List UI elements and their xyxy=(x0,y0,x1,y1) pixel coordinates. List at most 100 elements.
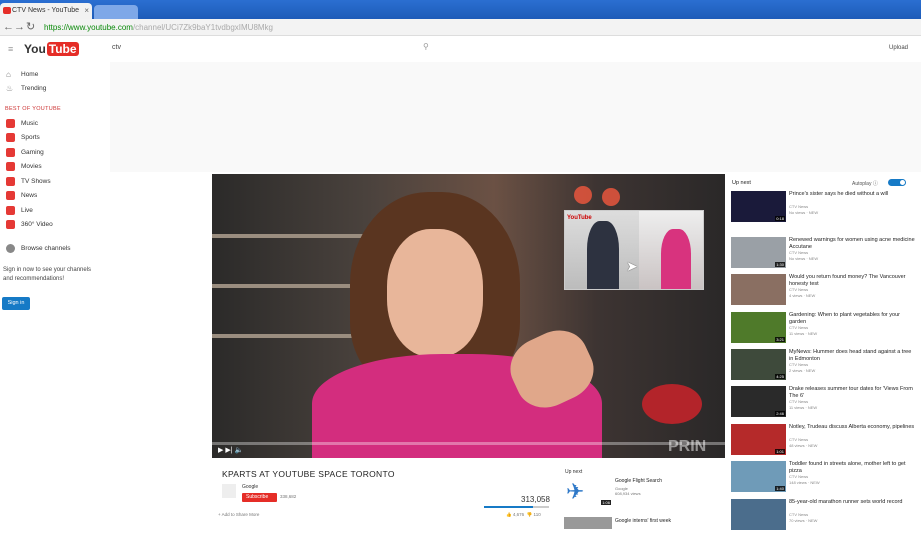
up-next-item[interactable]: 1:01 Notley, Trudeau discuss Alberta econ… xyxy=(731,424,919,458)
channel-avatar[interactable] xyxy=(222,484,236,498)
movies-icon xyxy=(6,161,15,171)
sidebar-item-label: Sports xyxy=(21,134,40,141)
player-controls[interactable]: ▶ ▶| 🔈 xyxy=(218,446,243,454)
video-channel: CTV News xyxy=(789,250,809,255)
browser-tab-active[interactable]: CTV News - YouTube × xyxy=(0,3,92,19)
video-title[interactable]: MyNews: Hummer does head stand against a… xyxy=(789,349,917,362)
video-title[interactable]: 85-year-old marathon runner sets world r… xyxy=(789,499,917,506)
like-count: 4,676 xyxy=(512,512,525,517)
back-icon[interactable]: ← xyxy=(3,21,14,33)
video-thumbnail[interactable]: 4:25 xyxy=(731,349,786,380)
sidebar-home-label: Home xyxy=(21,71,39,78)
video-actions[interactable]: + Add to Share More xyxy=(218,512,259,517)
thumbs-up-icon[interactable]: 👍 xyxy=(506,512,512,517)
mid-video-thumbnail-2[interactable] xyxy=(564,517,612,529)
video-player[interactable]: YouTube ➤ ▶ ▶| 🔈 PRIN xyxy=(212,174,725,458)
tab-close-icon[interactable]: × xyxy=(84,3,89,19)
mid-video-title[interactable]: Google Flight Search xyxy=(615,478,662,484)
video-title[interactable]: Would you return found money? The Vancou… xyxy=(789,274,917,287)
sidebar-item-movies[interactable]: Movies xyxy=(6,161,42,173)
video-progress-bar[interactable] xyxy=(212,442,725,445)
address-bar[interactable]: ← → ↻ https://www.youtube.com/channel/UC… xyxy=(0,19,921,36)
forward-icon[interactable]: → xyxy=(14,21,25,33)
video-thumbnail[interactable]: 2:46 xyxy=(731,386,786,417)
autoplay-toggle[interactable] xyxy=(888,179,906,186)
sidebar-item-sports[interactable]: Sports xyxy=(6,132,40,144)
video-views: 70 views · NEW xyxy=(789,518,818,523)
sidebar-item-label: Music xyxy=(21,120,38,127)
mid-video-title-2[interactable]: Google interns' first week xyxy=(615,518,671,524)
up-next-item[interactable]: 0:18 Prince's sister says he died without… xyxy=(731,191,919,225)
watermark: PRIN xyxy=(668,438,707,455)
channel-name[interactable]: Google xyxy=(242,484,258,490)
red-seat xyxy=(642,384,702,424)
video-duration: 1:30 xyxy=(775,262,785,267)
up-next-item[interactable]: 1:40 Toddler found in streets alone, moth… xyxy=(731,461,919,495)
video-title[interactable]: Renewed warnings for women using acne me… xyxy=(789,237,917,250)
video-thumbnail[interactable]: 3:21 xyxy=(731,312,786,343)
view-count: 313,058 xyxy=(521,495,550,504)
autoplay-label: Autoplay ⓘ xyxy=(852,181,878,187)
video-channel: CTV News xyxy=(789,204,809,209)
search-input[interactable]: ctv xyxy=(112,44,121,51)
sidebar-item-news[interactable]: News xyxy=(6,190,37,202)
subscribe-button[interactable]: Subscribe xyxy=(242,493,277,502)
upload-button[interactable]: Upload xyxy=(889,45,908,51)
video-views: 48 views · NEW xyxy=(789,443,818,448)
sidebar-item-music[interactable]: Music xyxy=(6,118,38,130)
video-thumbnail[interactable] xyxy=(731,499,786,530)
sports-icon xyxy=(6,132,15,142)
up-next-item[interactable]: 85-year-old marathon runner sets world r… xyxy=(731,499,919,533)
video-views: 11 views · NEW xyxy=(789,331,818,336)
mid-video-thumbnail[interactable]: ✈ 1:06 xyxy=(564,477,612,506)
sidebar-item-trending[interactable]: ♨ Trending xyxy=(6,83,46,95)
up-next-item[interactable]: Would you return found money? The Vancou… xyxy=(731,274,919,308)
best-of-youtube-heading: BEST OF YOUTUBE xyxy=(5,106,61,112)
video-title[interactable]: Drake releases summer tour dates for 'Vi… xyxy=(789,386,917,399)
video-title[interactable]: Prince's sister says he died without a w… xyxy=(789,191,917,198)
tab-title: CTV News - YouTube xyxy=(12,7,80,14)
pip-woman xyxy=(661,229,691,289)
menu-icon[interactable]: ≡ xyxy=(8,44,13,54)
up-next-item[interactable]: 4:25 MyNews: Hummer does head stand again… xyxy=(731,349,919,383)
sidebar-item-label: Gaming xyxy=(21,149,44,156)
sidebar-item-home[interactable]: ⌂ Home xyxy=(6,69,38,81)
browser-tab-new[interactable] xyxy=(94,5,138,19)
video-views: 11 views · NEW xyxy=(789,405,818,410)
video-thumbnail[interactable]: 1:40 xyxy=(731,461,786,492)
sidebar-item-gaming[interactable]: Gaming xyxy=(6,147,44,159)
up-next-item[interactable]: 3:21 Gardening: When to plant vegetables … xyxy=(731,312,919,346)
video-thumbnail[interactable]: 1:30 xyxy=(731,237,786,268)
signin-prompt: Sign in now to see your channels and rec… xyxy=(3,267,92,282)
like-dislike-buttons[interactable]: 👍 4,676 👎 110 xyxy=(506,512,541,518)
video-thumbnail[interactable]: 0:18 xyxy=(731,191,786,222)
video-title[interactable]: Notley, Trudeau discuss Alberta economy,… xyxy=(789,424,917,431)
signin-button[interactable]: Sign in xyxy=(2,297,30,310)
video-duration: 4:25 xyxy=(775,374,785,379)
page-banner-area xyxy=(110,62,921,172)
up-next-item[interactable]: 2:46 Drake releases summer tour dates for… xyxy=(731,386,919,420)
video-views: No views · NEW xyxy=(789,210,819,215)
video-thumbnail[interactable]: 1:01 xyxy=(731,424,786,455)
video-title[interactable]: Toddler found in streets alone, mother l… xyxy=(789,461,917,474)
sidebar-item-live[interactable]: Live xyxy=(6,205,33,217)
music-icon xyxy=(6,118,15,128)
url-field[interactable]: https://www.youtube.com/channel/UCi7Zk9b… xyxy=(44,21,273,34)
sidebar-item-browse-channels[interactable]: Browse channels xyxy=(6,243,71,255)
sidebar-item-label: TV Shows xyxy=(21,178,51,185)
info-icon: ⓘ xyxy=(872,181,878,187)
video-thumbnail[interactable] xyxy=(731,274,786,305)
video-title[interactable]: Gardening: When to plant vegetables for … xyxy=(789,312,917,325)
search-icon[interactable]: ⚲ xyxy=(423,42,429,51)
sidebar-item-360-video[interactable]: 360° Video xyxy=(6,219,53,231)
thumbs-down-icon[interactable]: 👎 xyxy=(527,512,533,517)
reload-icon[interactable]: ↻ xyxy=(26,21,35,33)
360-video-icon xyxy=(6,219,15,229)
video-duration: 0:18 xyxy=(775,216,785,221)
pip-logo: YouTube xyxy=(567,215,592,221)
plus-icon: + xyxy=(218,512,221,517)
up-next-item[interactable]: 1:30 Renewed warnings for women using acn… xyxy=(731,237,919,271)
youtube-favicon-icon xyxy=(3,7,11,14)
sidebar-item-tv-shows[interactable]: TV Shows xyxy=(6,176,51,188)
youtube-logo[interactable]: You Tube xyxy=(24,41,79,57)
